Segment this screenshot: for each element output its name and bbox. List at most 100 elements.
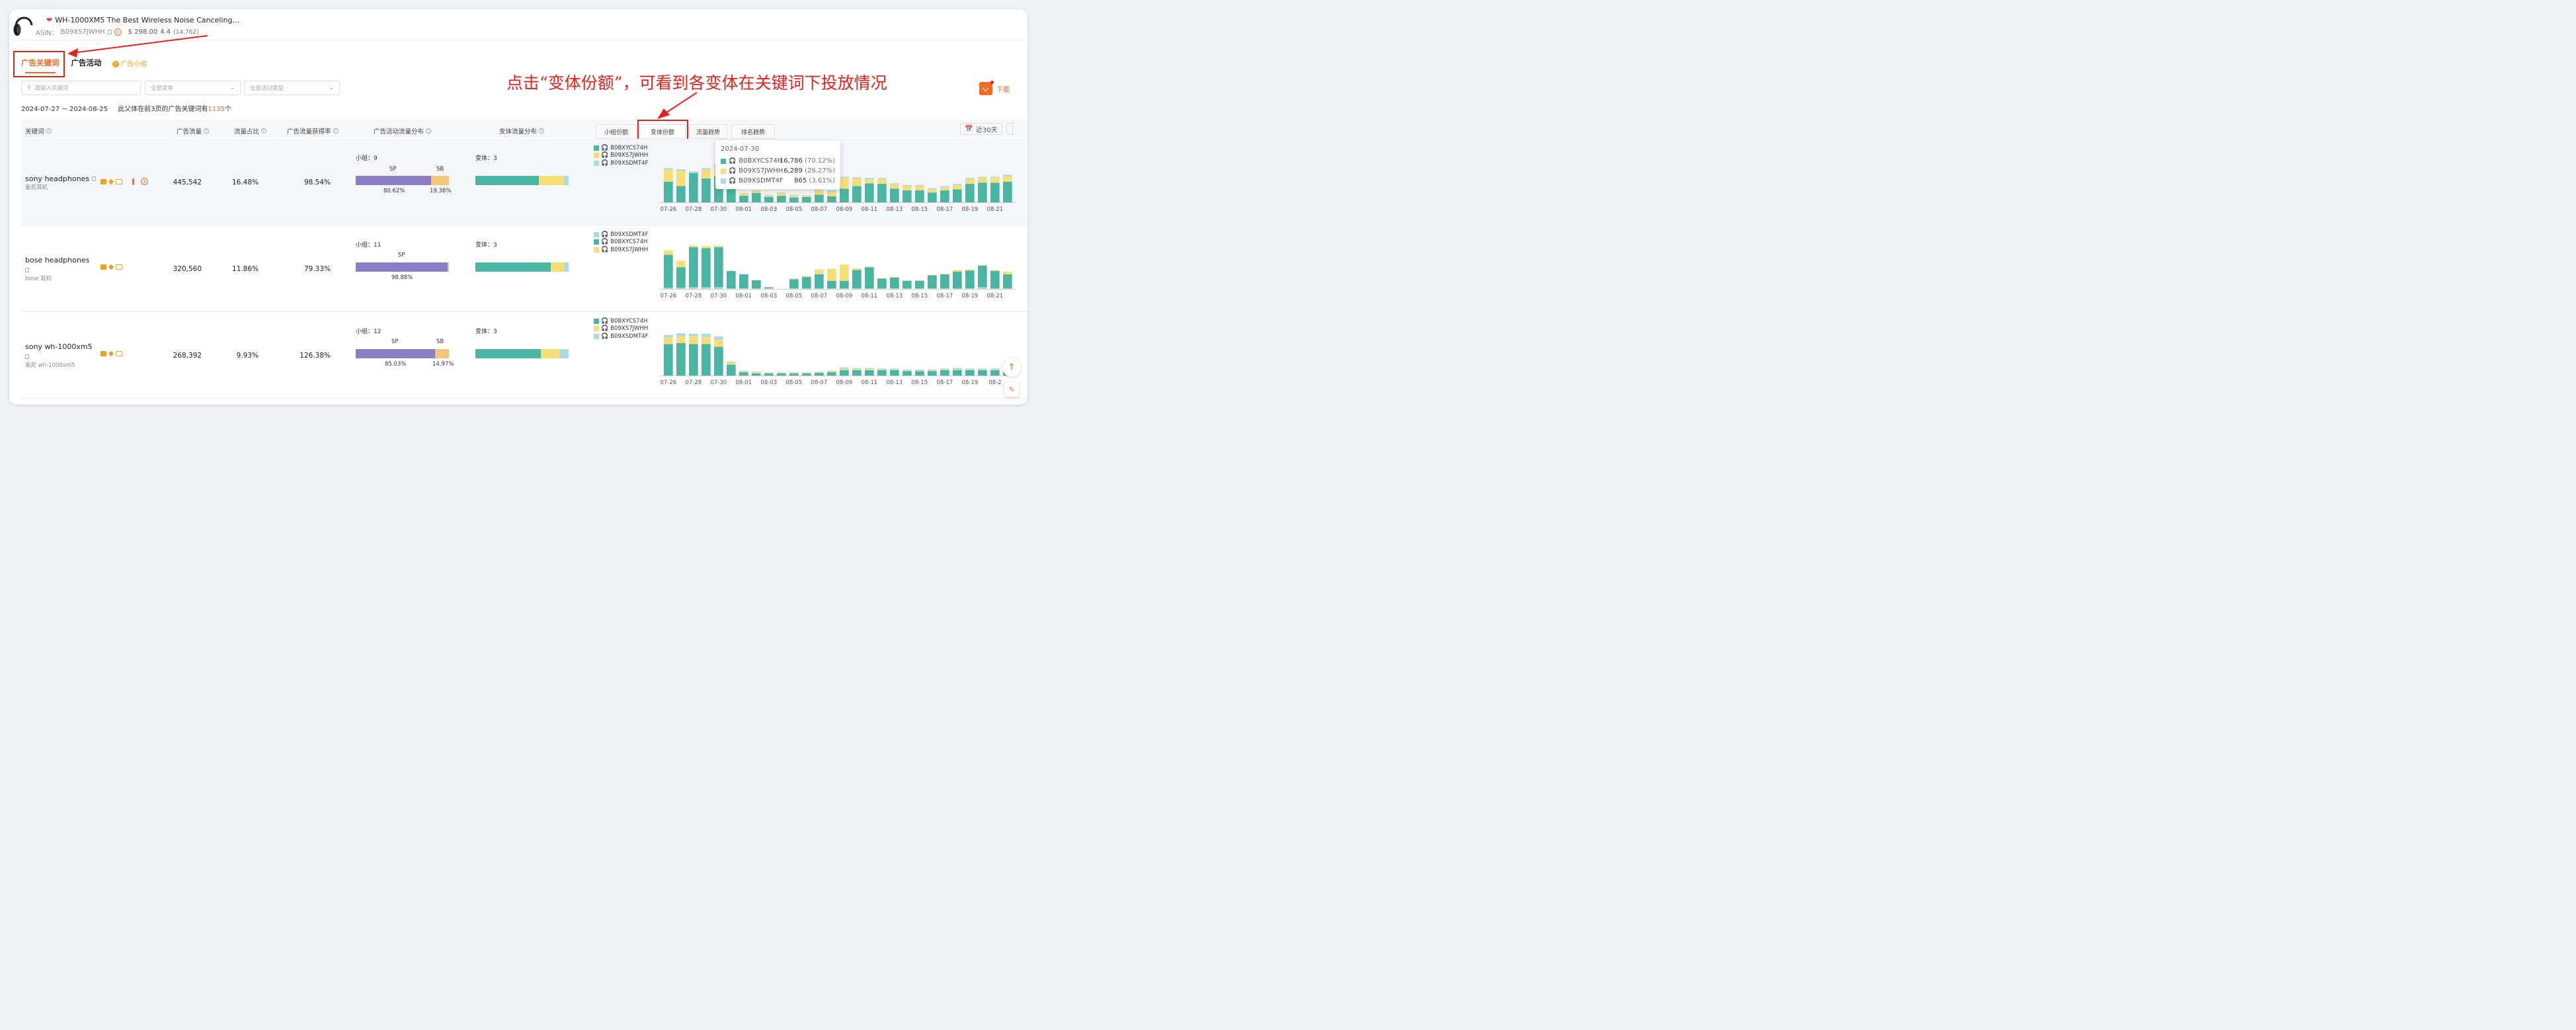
sb-icon[interactable] xyxy=(116,264,122,270)
sp-bar-segment[interactable] xyxy=(356,349,435,358)
col-campaign-dist[interactable]: 广告活动流量分布? xyxy=(374,126,432,136)
campaign-dist-bar[interactable] xyxy=(356,176,449,185)
bar-B09XS7JWHH-07-31 xyxy=(727,362,736,365)
copy-icon[interactable] xyxy=(25,354,29,359)
keyword-text[interactable]: sony wh-1000xm5 xyxy=(25,342,93,351)
tab-rank-trend[interactable]: 排名趋势 xyxy=(731,124,775,139)
bar-B09XSDMT4F-08-03 xyxy=(764,194,774,196)
col-ad-traffic[interactable]: 广告流量? xyxy=(177,126,210,136)
copy-icon[interactable] xyxy=(92,177,97,181)
variant-share-chart[interactable]: 07-26 07-28 07-30 08-01 08-03 08-05 08-07 08-09… xyxy=(651,321,1016,387)
tooltip-item: 🎧 B09XSDMT4F xyxy=(721,177,784,184)
variant-share-chart[interactable]: 07-26 07-28 07-30 08-01 08-03 08-05 08-07 08-09… xyxy=(651,235,1016,301)
date-range-button[interactable]: 📅 近30天 xyxy=(960,123,1002,135)
bar-B0BXYCS74H-08-13 xyxy=(890,277,899,289)
col-variant-dist[interactable]: 变体流量分布? xyxy=(499,126,545,136)
variant-segment-B09XSDMT4F[interactable] xyxy=(559,349,569,358)
table-row[interactable]: sony wh-1000xm5 索尼 wh-1000xm5 xyxy=(25,342,93,369)
bar-B0BXYCS74H-07-28 xyxy=(689,247,698,288)
sb-bar-segment[interactable] xyxy=(430,176,449,185)
col-capture-rate[interactable]: 广告流量获得率? xyxy=(287,126,339,136)
bar-B0BXYCS74H-07-31 xyxy=(727,270,736,289)
notes-button[interactable]: ✎ xyxy=(1004,382,1019,397)
x-tick-label: 08-19 xyxy=(961,379,978,386)
variant-segment-B09XSDMT4F[interactable] xyxy=(563,176,569,185)
download-icon xyxy=(979,81,994,95)
sb-bar-segment[interactable] xyxy=(448,262,449,272)
legend-label: B09XSDMT4F xyxy=(610,159,649,167)
download-button[interactable]: 下载 xyxy=(979,81,1010,95)
copy-icon[interactable] xyxy=(25,268,29,272)
col-keyword[interactable]: 关键词? xyxy=(25,126,52,136)
amazon-badge-icon[interactable]: 3 xyxy=(141,178,148,185)
video-icon[interactable] xyxy=(101,351,106,356)
x-tick-label: 08-09 xyxy=(836,379,852,386)
range-button-extra[interactable] xyxy=(1006,123,1013,135)
keyword-text[interactable]: sony headphones xyxy=(25,175,97,183)
x-tick-label: 08-21 xyxy=(986,293,1003,299)
variant-segment-B09XSDMT4F[interactable] xyxy=(563,262,569,272)
sp-percent: 80.62% xyxy=(383,188,405,194)
legend-item[interactable]: 🎧 B09XSDMT4F xyxy=(594,159,648,167)
bar-B09XS7JWHH-08-14 xyxy=(903,280,912,281)
variant-dist-bar[interactable] xyxy=(475,262,569,272)
variant-dist-bar[interactable] xyxy=(475,349,569,358)
tab-traffic-trend[interactable]: 流量趋势 xyxy=(689,124,727,139)
legend-item[interactable]: 🎧 B0BXYCS74H xyxy=(594,317,648,325)
legend-item[interactable]: 🎧 B0BXYCS74H xyxy=(594,239,648,247)
bar-B09XS7JWHH-07-30 xyxy=(714,339,723,347)
bar-B09XS7JWHH-08-10 xyxy=(852,268,862,270)
bar-B09XSDMT4F-08-08 xyxy=(827,190,836,192)
campaign-dist-bar[interactable] xyxy=(356,262,449,272)
legend-item[interactable]: 🎧 B0BXYCS74H xyxy=(594,144,648,152)
keyword-search-input[interactable]: ⚲ 请输入关键词 xyxy=(21,81,141,95)
table-row[interactable]: bose headphones bose 耳机 xyxy=(25,256,89,282)
rocket-icon[interactable] xyxy=(108,350,114,357)
bar-B0BXYCS74H-07-26 xyxy=(664,181,673,202)
grid-icon[interactable] xyxy=(132,178,134,185)
legend-item[interactable]: 🎧 B09XS7JWHH xyxy=(594,246,648,254)
tab-group-share[interactable]: 小组份额 xyxy=(596,124,637,139)
bar-B09XS7JWHH-08-07 xyxy=(815,269,824,274)
bar-B09XS7JWHH-08-01 xyxy=(739,371,748,373)
keyword-text[interactable]: bose headphones xyxy=(25,256,89,264)
bar-B09XSDMT4F-08-11 xyxy=(865,368,874,370)
headphone-icon: 🎧 xyxy=(601,159,609,167)
bar-B0BXYCS74H-08-17 xyxy=(940,274,949,289)
legend-item[interactable]: 🎧 B09XSDMT4F xyxy=(594,333,648,340)
legend-item[interactable]: 🎧 B09XS7JWHH xyxy=(594,325,648,333)
variant-dist-bar[interactable] xyxy=(475,176,569,185)
bar-B0BXYCS74H-07-31 xyxy=(727,187,736,202)
legend-label: B09XS7JWHH xyxy=(610,152,649,159)
back-to-top-button[interactable]: ↑ xyxy=(1002,358,1021,377)
bar-B09XSDMT4F-07-28 xyxy=(689,287,698,289)
variant-segment-B09XS7JWHH[interactable] xyxy=(538,176,564,185)
sb-bar-segment[interactable] xyxy=(434,349,449,358)
variant-segment-B09XS7JWHH[interactable] xyxy=(540,349,559,358)
variant-segment-B0BXYCS74H[interactable] xyxy=(475,262,551,272)
variant-segment-B09XS7JWHH[interactable] xyxy=(551,262,564,272)
legend-item[interactable]: 🎧 B09XSDMT4F xyxy=(594,231,648,239)
video-icon[interactable] xyxy=(101,178,106,184)
traffic-share-value: 9.93% xyxy=(236,352,259,360)
rocket-icon[interactable] xyxy=(108,178,114,184)
x-tick-label: 08-11 xyxy=(861,206,877,213)
variant-segment-B0BXYCS74H[interactable] xyxy=(475,349,541,358)
legend-item[interactable]: 🎧 B09XS7JWHH xyxy=(594,152,648,160)
table-row[interactable]: sony headphones 索尼耳机 xyxy=(25,175,97,191)
sb-icon[interactable] xyxy=(116,178,122,184)
campaign-dist-bar[interactable] xyxy=(356,349,449,358)
sb-icon[interactable] xyxy=(116,351,122,356)
x-tick-label: 07-28 xyxy=(685,379,702,386)
bar-B0BXYCS74H-08-18 xyxy=(953,370,962,376)
variant-select[interactable]: 全部变体 ⌄ xyxy=(145,81,241,95)
variant-segment-B0BXYCS74H[interactable] xyxy=(475,176,539,185)
video-icon[interactable] xyxy=(101,264,106,270)
rocket-icon[interactable] xyxy=(108,264,114,270)
col-traffic-share[interactable]: 流量占比? xyxy=(234,126,267,136)
sp-bar-segment[interactable] xyxy=(356,262,448,272)
campaign-type-select[interactable]: 全部活动类型 ⌄ xyxy=(244,81,340,95)
sp-bar-segment[interactable] xyxy=(356,176,431,185)
capture-rate-value: 98.54% xyxy=(303,178,331,186)
bar-B09XS7JWHH-08-20 xyxy=(978,178,987,183)
